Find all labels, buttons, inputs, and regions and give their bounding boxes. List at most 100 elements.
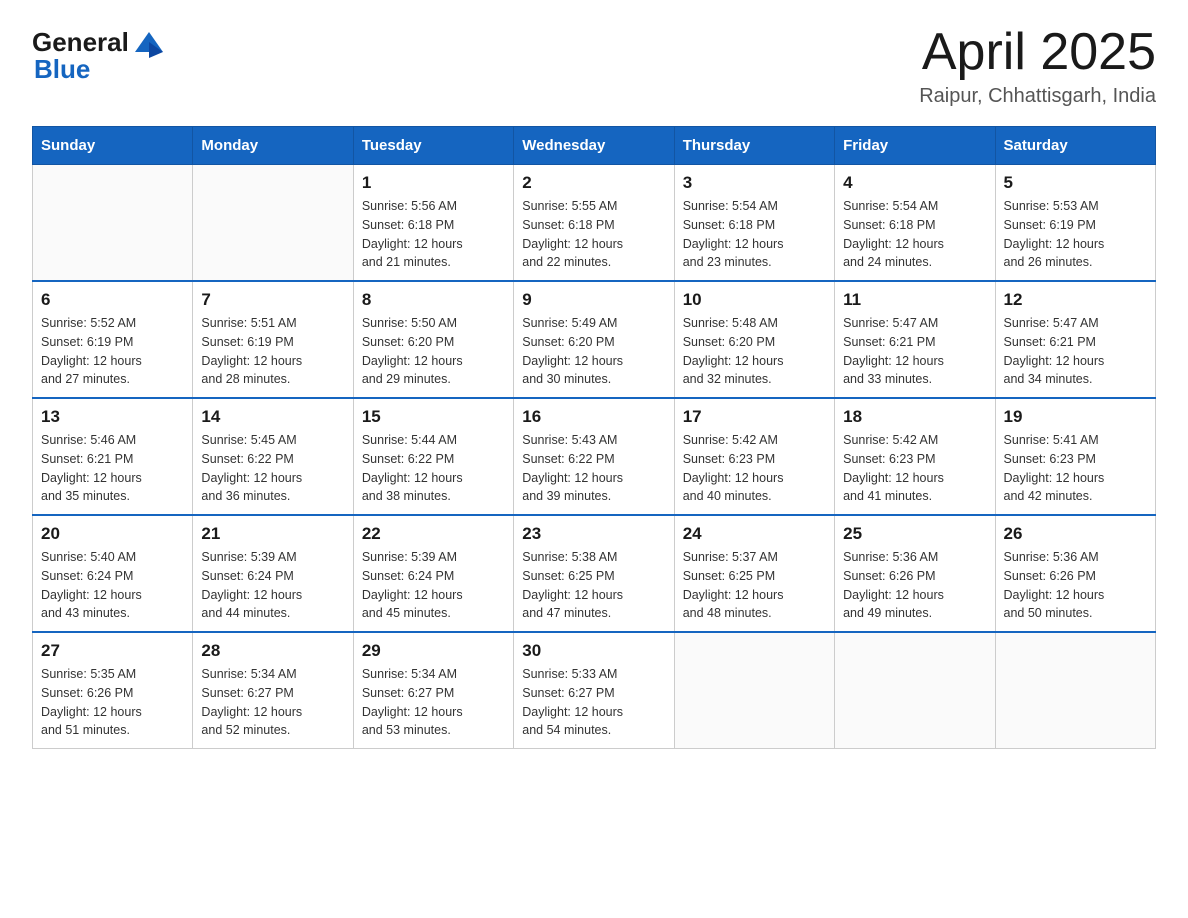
day-info: Sunrise: 5:46 AMSunset: 6:21 PMDaylight:… xyxy=(41,431,184,506)
day-info: Sunrise: 5:44 AMSunset: 6:22 PMDaylight:… xyxy=(362,431,505,506)
day-info: Sunrise: 5:37 AMSunset: 6:25 PMDaylight:… xyxy=(683,548,826,623)
day-info: Sunrise: 5:34 AMSunset: 6:27 PMDaylight:… xyxy=(201,665,344,740)
calendar-cell: 17Sunrise: 5:42 AMSunset: 6:23 PMDayligh… xyxy=(674,398,834,515)
day-number: 8 xyxy=(362,290,505,310)
calendar-cell: 6 Sunrise: 5:52 AMSunset: 6:19 PMDaylight… xyxy=(33,281,193,398)
calendar-cell: 29 Sunrise: 5:34 AMSunset: 6:27 PMDayligh… xyxy=(353,632,513,749)
calendar-cell: 11Sunrise: 5:47 AMSunset: 6:21 PMDayligh… xyxy=(835,281,995,398)
day-info: Sunrise: 5:52 AMSunset: 6:19 PMDaylight:… xyxy=(41,314,184,389)
column-header-saturday: Saturday xyxy=(995,127,1155,165)
day-number: 24 xyxy=(683,524,826,544)
day-info: Sunrise: 5:35 AMSunset: 6:26 PMDaylight:… xyxy=(41,665,184,740)
header-row: SundayMondayTuesdayWednesdayThursdayFrid… xyxy=(33,127,1156,165)
calendar-cell: 20 Sunrise: 5:40 AMSunset: 6:24 PMDayligh… xyxy=(33,515,193,632)
day-number: 25 xyxy=(843,524,986,544)
day-number: 11 xyxy=(843,290,986,310)
day-info: Sunrise: 5:48 AMSunset: 6:20 PMDaylight:… xyxy=(683,314,826,389)
month-year-title: April 2025 xyxy=(919,24,1156,81)
calendar-week-row: 13 Sunrise: 5:46 AMSunset: 6:21 PMDayligh… xyxy=(33,398,1156,515)
calendar-cell: 18 Sunrise: 5:42 AMSunset: 6:23 PMDayligh… xyxy=(835,398,995,515)
day-number: 13 xyxy=(41,407,184,427)
calendar-cell: 30 Sunrise: 5:33 AMSunset: 6:27 PMDayligh… xyxy=(514,632,674,749)
calendar-cell: 15 Sunrise: 5:44 AMSunset: 6:22 PMDayligh… xyxy=(353,398,513,515)
day-number: 16 xyxy=(522,407,665,427)
day-info: Sunrise: 5:39 AMSunset: 6:24 PMDaylight:… xyxy=(201,548,344,623)
calendar-cell xyxy=(674,632,834,749)
day-number: 30 xyxy=(522,641,665,661)
column-header-tuesday: Tuesday xyxy=(353,127,513,165)
calendar-cell: 28 Sunrise: 5:34 AMSunset: 6:27 PMDayligh… xyxy=(193,632,353,749)
calendar-table: SundayMondayTuesdayWednesdayThursdayFrid… xyxy=(32,126,1156,749)
day-number: 4 xyxy=(843,173,986,193)
day-info: Sunrise: 5:51 AMSunset: 6:19 PMDaylight:… xyxy=(201,314,344,389)
day-info: Sunrise: 5:36 AMSunset: 6:26 PMDaylight:… xyxy=(1004,548,1147,623)
calendar-cell: 27 Sunrise: 5:35 AMSunset: 6:26 PMDayligh… xyxy=(33,632,193,749)
location-subtitle: Raipur, Chhattisgarh, India xyxy=(919,85,1156,108)
day-number: 5 xyxy=(1004,173,1147,193)
day-info: Sunrise: 5:42 AMSunset: 6:23 PMDaylight:… xyxy=(683,431,826,506)
day-number: 14 xyxy=(201,407,344,427)
column-header-thursday: Thursday xyxy=(674,127,834,165)
day-number: 21 xyxy=(201,524,344,544)
calendar-week-row: 1Sunrise: 5:56 AMSunset: 6:18 PMDaylight… xyxy=(33,165,1156,282)
day-number: 2 xyxy=(522,173,665,193)
day-number: 22 xyxy=(362,524,505,544)
logo-icon xyxy=(131,24,167,60)
day-number: 3 xyxy=(683,173,826,193)
day-info: Sunrise: 5:42 AMSunset: 6:23 PMDaylight:… xyxy=(843,431,986,506)
day-info: Sunrise: 5:54 AMSunset: 6:18 PMDaylight:… xyxy=(683,197,826,272)
calendar-cell: 19Sunrise: 5:41 AMSunset: 6:23 PMDayligh… xyxy=(995,398,1155,515)
calendar-cell: 22 Sunrise: 5:39 AMSunset: 6:24 PMDayligh… xyxy=(353,515,513,632)
day-info: Sunrise: 5:53 AMSunset: 6:19 PMDaylight:… xyxy=(1004,197,1147,272)
calendar-cell xyxy=(835,632,995,749)
calendar-cell: 16 Sunrise: 5:43 AMSunset: 6:22 PMDayligh… xyxy=(514,398,674,515)
day-number: 28 xyxy=(201,641,344,661)
calendar-body: 1Sunrise: 5:56 AMSunset: 6:18 PMDaylight… xyxy=(33,165,1156,749)
calendar-cell: 5 Sunrise: 5:53 AMSunset: 6:19 PMDaylight… xyxy=(995,165,1155,282)
day-info: Sunrise: 5:43 AMSunset: 6:22 PMDaylight:… xyxy=(522,431,665,506)
day-info: Sunrise: 5:39 AMSunset: 6:24 PMDaylight:… xyxy=(362,548,505,623)
column-header-friday: Friday xyxy=(835,127,995,165)
calendar-cell xyxy=(995,632,1155,749)
calendar-cell: 4 Sunrise: 5:54 AMSunset: 6:18 PMDaylight… xyxy=(835,165,995,282)
day-number: 6 xyxy=(41,290,184,310)
column-header-sunday: Sunday xyxy=(33,127,193,165)
day-number: 20 xyxy=(41,524,184,544)
day-info: Sunrise: 5:54 AMSunset: 6:18 PMDaylight:… xyxy=(843,197,986,272)
day-number: 29 xyxy=(362,641,505,661)
calendar-cell xyxy=(33,165,193,282)
day-number: 23 xyxy=(522,524,665,544)
day-info: Sunrise: 5:45 AMSunset: 6:22 PMDaylight:… xyxy=(201,431,344,506)
calendar-week-row: 27 Sunrise: 5:35 AMSunset: 6:26 PMDayligh… xyxy=(33,632,1156,749)
calendar-cell: 14 Sunrise: 5:45 AMSunset: 6:22 PMDayligh… xyxy=(193,398,353,515)
day-info: Sunrise: 5:56 AMSunset: 6:18 PMDaylight:… xyxy=(362,197,505,272)
column-header-wednesday: Wednesday xyxy=(514,127,674,165)
day-info: Sunrise: 5:36 AMSunset: 6:26 PMDaylight:… xyxy=(843,548,986,623)
calendar-cell: 24 Sunrise: 5:37 AMSunset: 6:25 PMDayligh… xyxy=(674,515,834,632)
day-number: 15 xyxy=(362,407,505,427)
day-number: 12 xyxy=(1004,290,1147,310)
calendar-cell: 21 Sunrise: 5:39 AMSunset: 6:24 PMDayligh… xyxy=(193,515,353,632)
day-number: 27 xyxy=(41,641,184,661)
calendar-week-row: 6 Sunrise: 5:52 AMSunset: 6:19 PMDaylight… xyxy=(33,281,1156,398)
calendar-cell: 23 Sunrise: 5:38 AMSunset: 6:25 PMDayligh… xyxy=(514,515,674,632)
day-info: Sunrise: 5:41 AMSunset: 6:23 PMDaylight:… xyxy=(1004,431,1147,506)
day-number: 9 xyxy=(522,290,665,310)
day-info: Sunrise: 5:49 AMSunset: 6:20 PMDaylight:… xyxy=(522,314,665,389)
day-info: Sunrise: 5:50 AMSunset: 6:20 PMDaylight:… xyxy=(362,314,505,389)
day-info: Sunrise: 5:34 AMSunset: 6:27 PMDaylight:… xyxy=(362,665,505,740)
calendar-cell: 10Sunrise: 5:48 AMSunset: 6:20 PMDayligh… xyxy=(674,281,834,398)
calendar-cell: 3 Sunrise: 5:54 AMSunset: 6:18 PMDaylight… xyxy=(674,165,834,282)
calendar-cell: 2Sunrise: 5:55 AMSunset: 6:18 PMDaylight… xyxy=(514,165,674,282)
day-info: Sunrise: 5:38 AMSunset: 6:25 PMDaylight:… xyxy=(522,548,665,623)
day-info: Sunrise: 5:40 AMSunset: 6:24 PMDaylight:… xyxy=(41,548,184,623)
calendar-cell: 13 Sunrise: 5:46 AMSunset: 6:21 PMDayligh… xyxy=(33,398,193,515)
calendar-cell: 26Sunrise: 5:36 AMSunset: 6:26 PMDayligh… xyxy=(995,515,1155,632)
calendar-cell: 12Sunrise: 5:47 AMSunset: 6:21 PMDayligh… xyxy=(995,281,1155,398)
column-header-monday: Monday xyxy=(193,127,353,165)
logo: General Blue xyxy=(32,24,169,85)
calendar-week-row: 20 Sunrise: 5:40 AMSunset: 6:24 PMDayligh… xyxy=(33,515,1156,632)
day-number: 18 xyxy=(843,407,986,427)
day-info: Sunrise: 5:33 AMSunset: 6:27 PMDaylight:… xyxy=(522,665,665,740)
page-header: General Blue April 2025 Raipur, Chhattis… xyxy=(32,24,1156,108)
